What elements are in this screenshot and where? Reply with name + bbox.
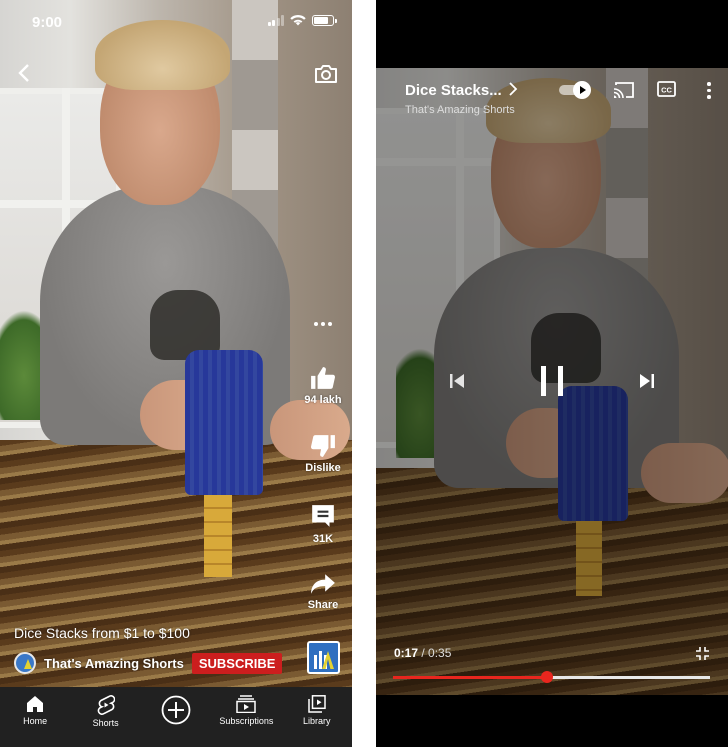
skip-next-icon[interactable] [638,372,656,390]
channel-row: That's Amazing Shorts SUBSCRIBE [14,652,283,674]
seek-bar[interactable] [393,671,710,683]
battery-icon [312,14,337,26]
comments-button[interactable]: 31K [298,503,348,545]
current-time: 0:17 [394,646,419,660]
channel-name[interactable]: That's Amazing Shorts [44,656,184,671]
time-display: 0:17 / 0:35 [394,646,451,660]
thumbs-down-icon [311,435,335,457]
library-icon [308,695,326,713]
skip-previous-icon[interactable] [448,372,466,390]
camera-icon[interactable] [314,63,338,85]
wifi-icon [290,15,306,26]
comment-count: 31K [312,533,334,545]
nav-label: Home [23,716,48,726]
play-icon [573,81,591,99]
nav-label: Shorts [92,718,119,728]
progress-fill [393,676,548,679]
home-icon [27,696,44,712]
fullscreen-player-panel: Dice Stacks... That's Amazing Shorts CC … [376,0,728,747]
nav-label: Library [302,716,331,726]
chevron-right-icon[interactable] [507,81,519,97]
dislike-label: Dislike [305,462,341,474]
like-count: 94 lakh [304,394,342,406]
total-time: 0:35 [428,646,452,660]
autoplay-toggle[interactable] [559,81,591,99]
video-title[interactable]: Dice Stacks from $1 to $100 [14,625,190,641]
share-icon [311,574,335,594]
cast-icon[interactable] [613,81,635,99]
time-separator: / [418,646,429,660]
dislike-button[interactable]: Dislike [298,434,348,474]
video-title[interactable]: Dice Stacks... [405,82,502,99]
cellular-signal-icon [267,14,284,26]
subscriptions-icon [236,695,257,713]
thumbs-up-icon [311,367,335,389]
nav-create[interactable] [146,695,206,728]
share-label: Share [307,599,339,611]
like-button[interactable]: 94 lakh [298,366,348,406]
nav-home[interactable]: Home [5,695,65,726]
nav-library[interactable]: Library [287,695,347,726]
nav-subscriptions[interactable]: Subscriptions [216,695,276,726]
bottom-navigation: Home Shorts Subscriptions Library [0,687,352,747]
pause-icon[interactable] [541,366,563,396]
clock: 9:00 [32,14,63,31]
channel-avatar[interactable] [14,652,36,674]
create-plus-icon [161,695,191,725]
svg-text:CC: CC [661,86,672,95]
more-vertical-icon[interactable] [707,82,711,99]
nav-shorts[interactable]: Shorts [76,695,136,728]
comment-icon [312,505,334,527]
status-bar: 9:00 [0,0,352,44]
more-horizontal-icon[interactable] [314,322,332,326]
exit-fullscreen-icon[interactable] [696,647,709,660]
sound-source-thumbnail[interactable] [307,641,340,674]
chevron-left-icon[interactable] [14,62,36,84]
subscribe-button[interactable]: SUBSCRIBE [191,652,283,674]
shorts-player-panel: 9:00 94 lakh Dislike 31K Share Dice Stac… [0,0,352,747]
shorts-icon [97,695,115,715]
closed-captions-icon[interactable]: CC [657,81,676,97]
nav-label: Subscriptions [219,716,274,726]
share-button[interactable]: Share [298,573,348,611]
channel-name[interactable]: That's Amazing Shorts [405,104,515,116]
